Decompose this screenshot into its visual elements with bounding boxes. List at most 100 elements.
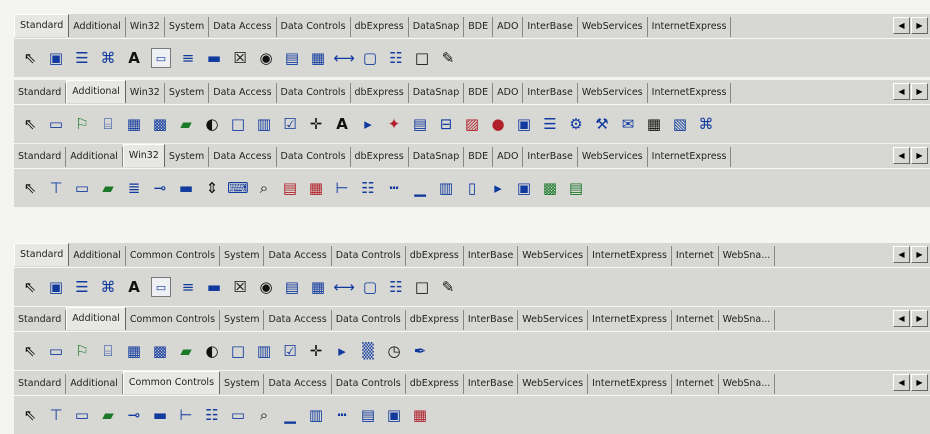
tab-interbase[interactable]: InterBase	[523, 83, 578, 103]
tab-internetexpress[interactable]: InternetExpress	[648, 147, 732, 167]
pointer-icon[interactable]: ⇖	[18, 339, 42, 363]
spinedit-icon[interactable]: ▭	[226, 403, 250, 427]
pointer-icon[interactable]: ⇖	[18, 275, 42, 299]
valuelisteditor-icon[interactable]: ▤	[408, 112, 432, 136]
actionlist-icon[interactable]: ✎	[436, 46, 460, 70]
tab-system[interactable]: System	[165, 147, 210, 167]
coolbar-icon[interactable]: ▯	[460, 176, 484, 200]
tab-websna[interactable]: WebSna...	[719, 374, 776, 394]
maskedit-icon[interactable]: ⌸	[96, 112, 120, 136]
tab-system[interactable]: System	[165, 83, 210, 103]
tab-webservices[interactable]: WebServices	[578, 17, 648, 37]
tab-win32[interactable]: Win32	[122, 144, 165, 167]
toolbar-icon[interactable]: ▥	[434, 176, 458, 200]
tab-interbase[interactable]: InterBase	[523, 17, 578, 37]
pagescroller-icon[interactable]: ▸	[486, 176, 510, 200]
memo-icon[interactable]: ≡	[176, 46, 200, 70]
groupbox-icon[interactable]: ▢	[358, 46, 382, 70]
tab-standard[interactable]: Standard	[14, 374, 67, 394]
radiobutton-icon[interactable]: ◉	[254, 275, 278, 299]
bitbtn-icon[interactable]: ▭	[44, 112, 68, 136]
tab-system[interactable]: System	[220, 374, 265, 394]
checklistbox-icon[interactable]: ☑	[278, 339, 302, 363]
tab-standard[interactable]: Standard	[14, 83, 67, 103]
animate-icon[interactable]: ⌕	[252, 176, 276, 200]
tab-webservices[interactable]: WebServices	[518, 374, 589, 394]
tab-additional[interactable]: Additional	[66, 147, 123, 167]
statictext-icon[interactable]: A	[330, 112, 354, 136]
stringgrid-icon[interactable]: ▦	[122, 112, 146, 136]
trackbar-icon[interactable]: ⊸	[148, 176, 172, 200]
listbox-icon[interactable]: ▤	[280, 275, 304, 299]
listbox-icon[interactable]: ▤	[280, 46, 304, 70]
actionlist2-icon[interactable]: ▦	[642, 112, 666, 136]
maskedit-icon[interactable]: ⌸	[96, 339, 120, 363]
tab-additional[interactable]: Additional	[66, 374, 123, 394]
hotkey-icon[interactable]: ⌨	[226, 176, 250, 200]
popupmenu-icon[interactable]: ⌘	[96, 46, 120, 70]
comboboxex-icon[interactable]: ▣	[512, 176, 536, 200]
textbrowser-icon[interactable]: ▣	[382, 403, 406, 427]
scrollbox-icon[interactable]: ▥	[252, 112, 276, 136]
controlbar-icon[interactable]: ▸	[356, 112, 380, 136]
xp-icon[interactable]: ▤	[564, 176, 588, 200]
headercontrol-icon[interactable]: ┅	[330, 403, 354, 427]
tab-dbexpress[interactable]: dbExpress	[351, 147, 409, 167]
scrollbar-icon[interactable]: ⟷	[332, 275, 356, 299]
datetimepicker-icon[interactable]: ▤	[278, 176, 302, 200]
scrollbar-icon[interactable]: ⟷	[332, 46, 356, 70]
button-icon[interactable]: ▬	[202, 46, 226, 70]
tab-common-controls[interactable]: Common Controls	[122, 371, 221, 394]
applicationevents-icon[interactable]: ✦	[382, 112, 406, 136]
tab-system[interactable]: System	[165, 17, 210, 37]
bevel-icon[interactable]: □	[226, 112, 250, 136]
tab-dbexpress[interactable]: dbExpress	[406, 310, 464, 330]
tabcontrol-icon[interactable]: ⊤	[44, 403, 68, 427]
panel-icon[interactable]: □	[410, 46, 434, 70]
drawgrid-icon[interactable]: ▩	[148, 112, 172, 136]
flatscrollbar-icon[interactable]: ▩	[538, 176, 562, 200]
tab-internet[interactable]: Internet	[672, 310, 719, 330]
animate-icon[interactable]: ⌕	[252, 403, 276, 427]
tab-internetexpress[interactable]: InternetExpress	[588, 310, 672, 330]
combobox-icon[interactable]: ▦	[306, 46, 330, 70]
scroll-left-icon[interactable]: ◀	[893, 374, 910, 391]
tab-common-controls[interactable]: Common Controls	[126, 246, 221, 266]
pen-icon[interactable]: ✒	[408, 339, 432, 363]
tab-webservices[interactable]: WebServices	[518, 310, 589, 330]
tab-dbexpress[interactable]: dbExpress	[351, 83, 409, 103]
tab-data-controls[interactable]: Data Controls	[277, 83, 351, 103]
controlbar-icon[interactable]: ▸	[330, 339, 354, 363]
tab-data-access[interactable]: Data Access	[264, 310, 332, 330]
image-icon[interactable]: ▰	[174, 339, 198, 363]
tab-additional[interactable]: Additional	[66, 80, 126, 103]
tab-data-access[interactable]: Data Access	[209, 147, 277, 167]
tab-ado[interactable]: ADO	[493, 147, 524, 167]
tab-datasnap[interactable]: DataSnap	[409, 83, 465, 103]
tab-internetexpress[interactable]: InternetExpress	[648, 83, 732, 103]
tab-additional[interactable]: Additional	[69, 246, 126, 266]
pagecontrol-icon[interactable]: ▭	[70, 176, 94, 200]
tab-bde[interactable]: BDE	[464, 147, 494, 167]
tab-interbase[interactable]: InterBase	[464, 310, 519, 330]
memo-icon[interactable]: ≡	[176, 275, 200, 299]
scrollbox-icon[interactable]: ▥	[252, 339, 276, 363]
pointer-icon[interactable]: ⇖	[18, 112, 42, 136]
pointer-icon[interactable]: ⇖	[18, 403, 42, 427]
tab-internetexpress[interactable]: InternetExpress	[588, 246, 672, 266]
popupactionbar-icon[interactable]: ▧	[668, 112, 692, 136]
tab-interbase[interactable]: InterBase	[523, 147, 578, 167]
tab-standard[interactable]: Standard	[14, 310, 67, 330]
tab-internet[interactable]: Internet	[672, 246, 719, 266]
lcdnumber-icon[interactable]: ▒	[356, 339, 380, 363]
scroll-right-icon[interactable]: ▶	[911, 147, 928, 164]
shape-icon[interactable]: ◐	[200, 339, 224, 363]
iconview-icon[interactable]: ▤	[356, 403, 380, 427]
bevel-icon[interactable]: □	[226, 339, 250, 363]
edit-icon[interactable]: ▭	[151, 277, 171, 297]
pagecontrol-icon[interactable]: ▭	[70, 403, 94, 427]
actiontoolbar-icon[interactable]: ⚙	[564, 112, 588, 136]
tab-webservices[interactable]: WebServices	[578, 83, 648, 103]
tab-dbexpress[interactable]: dbExpress	[351, 17, 409, 37]
tab-standard[interactable]: Standard	[14, 14, 70, 37]
